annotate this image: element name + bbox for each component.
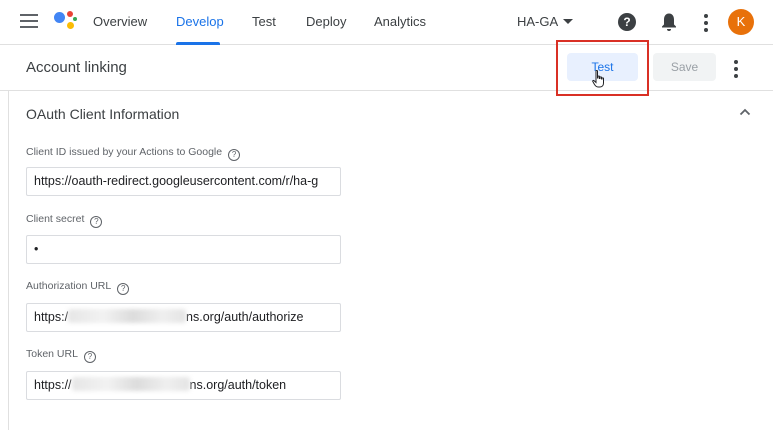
test-button[interactable]: Test <box>567 53 638 81</box>
token-url-field[interactable]: https:// ns.org/auth/token <box>26 371 341 400</box>
tab-deploy[interactable]: Deploy <box>306 14 346 29</box>
url-prefix: https:// <box>34 378 72 392</box>
page-title: Account linking <box>26 59 127 76</box>
help-outline-icon[interactable]: ? <box>117 283 130 295</box>
page-header: Account linking Test Save <box>0 40 773 96</box>
redacted-blur <box>68 309 187 323</box>
section-title: OAuth Client Information <box>26 106 180 122</box>
project-selector[interactable]: HA-GA <box>517 14 558 29</box>
url-suffix: ns.org/auth/token <box>189 378 287 392</box>
chevron-up-icon[interactable] <box>739 108 751 116</box>
help-outline-icon[interactable]: ? <box>83 351 96 363</box>
save-button: Save <box>653 53 716 81</box>
help-outline-icon[interactable]: ? <box>228 149 241 161</box>
authorization-url-label-text: Authorization URL <box>26 280 112 292</box>
client-id-label-text: Client ID issued by your Actions to Goog… <box>26 146 223 158</box>
google-assistant-logo <box>54 10 78 32</box>
tab-overview[interactable]: Overview <box>93 14 147 29</box>
token-url-label: Token URL? <box>26 348 96 363</box>
client-id-label: Client ID issued by your Actions to Goog… <box>26 146 241 161</box>
client-secret-label: Client secret? <box>26 213 103 228</box>
more-vert-icon[interactable] <box>704 14 708 35</box>
url-prefix: https:/ <box>34 310 69 324</box>
help-outline-icon[interactable]: ? <box>90 216 103 228</box>
client-secret-field[interactable]: • <box>26 235 341 264</box>
chevron-down-icon[interactable] <box>563 19 573 24</box>
tab-test[interactable]: Test <box>252 14 276 29</box>
more-vert-icon[interactable] <box>734 60 738 81</box>
token-url-label-text: Token URL <box>26 348 78 360</box>
bell-icon[interactable] <box>660 12 678 32</box>
client-secret-label-text: Client secret <box>26 213 85 225</box>
authorization-url-label: Authorization URL? <box>26 280 130 295</box>
redacted-blur <box>71 377 190 391</box>
avatar[interactable]: K <box>728 9 754 35</box>
top-app-bar: Overview Develop Test Deploy Analytics H… <box>0 0 773 45</box>
client-id-field[interactable]: https://oauth-redirect.googleusercontent… <box>26 167 341 196</box>
menu-icon[interactable] <box>20 14 38 30</box>
url-suffix: ns.org/auth/authorize <box>186 310 304 324</box>
authorization-url-field[interactable]: https:/ ns.org/auth/authorize <box>26 303 341 332</box>
help-icon[interactable]: ? <box>618 13 636 31</box>
tab-develop[interactable]: Develop <box>176 14 224 29</box>
oauth-client-panel: OAuth Client Information Client ID issue… <box>8 91 773 430</box>
tab-analytics[interactable]: Analytics <box>374 14 426 29</box>
